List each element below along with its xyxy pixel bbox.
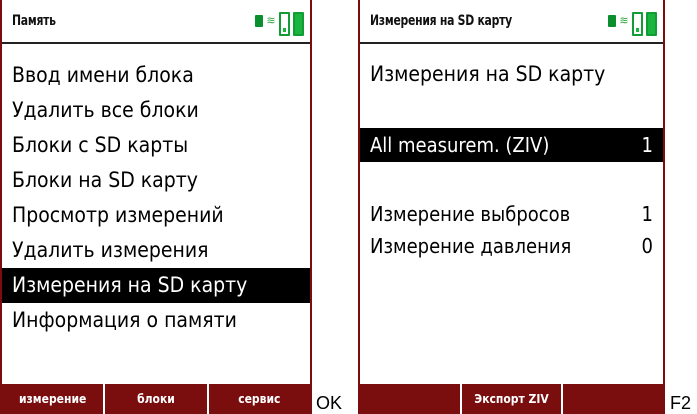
softkey-left[interactable] <box>360 384 460 414</box>
menu-item-view-measurements[interactable]: Просмотр измерений <box>2 198 310 233</box>
menu-item-blocks-to-sd[interactable]: Блоки на SD карту <box>2 163 310 198</box>
status-icons: ≋ <box>608 6 657 36</box>
memory-screen: Память ≋ Ввод имени блока Удалить все бл… <box>0 0 312 414</box>
menu-item-memory-info[interactable]: Информация о памяти <box>2 303 310 338</box>
row-all-measurements[interactable]: All measurem. (ZIV) 1 <box>360 128 663 162</box>
row-label: Измерение выбросов <box>370 202 571 226</box>
softkey-service[interactable]: сервис <box>208 384 310 414</box>
row-count: 1 <box>641 133 653 157</box>
ok-key-label: OK <box>316 393 343 413</box>
softkey-bar: измерение блоки сервис <box>2 384 310 414</box>
battery-low-icon <box>632 12 643 36</box>
row-pressure-measurement[interactable]: Измерение давления 0 <box>360 229 663 263</box>
softkey-blocks[interactable]: блоки <box>105 384 207 414</box>
screen-title: Память <box>12 13 56 29</box>
softkey-export-ziv[interactable]: Экспорт ZIV <box>461 384 562 414</box>
sd-card-icon <box>608 15 616 27</box>
sd-card-icon <box>255 15 263 27</box>
f2-key-label: F2 <box>670 393 692 413</box>
softkey-measurement[interactable]: измерение <box>2 384 104 414</box>
softkey-bar: Экспорт ZIV <box>360 384 664 414</box>
row-count: 0 <box>641 234 653 258</box>
menu-item-delete-measurements[interactable]: Удалить измерения <box>2 233 310 268</box>
battery-full-icon <box>293 12 304 36</box>
screen-title: Измерения на SD карту <box>370 13 512 29</box>
menu-item-blocks-from-sd[interactable]: Блоки с SD карты <box>2 128 310 163</box>
page-heading: Измерения на SD карту <box>370 62 606 86</box>
title-bar: Измерения на SD карту ≋ <box>360 0 663 44</box>
status-icons: ≋ <box>255 6 304 36</box>
row-count: 1 <box>641 202 653 226</box>
row-label: Измерение давления <box>370 234 572 258</box>
wifi-icon: ≋ <box>266 14 276 27</box>
export-screen: Измерения на SD карту ≋ Измерения на SD … <box>358 0 665 414</box>
battery-full-icon <box>646 12 657 36</box>
wifi-icon: ≋ <box>619 14 629 27</box>
menu-item-delete-all-blocks[interactable]: Удалить все блоки <box>2 93 310 128</box>
battery-low-icon <box>279 12 290 36</box>
softkey-right[interactable] <box>563 384 664 414</box>
row-label: All measurem. (ZIV) <box>370 133 550 157</box>
row-emission-measurement[interactable]: Измерение выбросов 1 <box>360 197 663 231</box>
menu-item-enter-block-name[interactable]: Ввод имени блока <box>2 58 310 93</box>
title-bar: Память ≋ <box>2 0 310 44</box>
menu-item-measurements-to-sd[interactable]: Измерения на SD карту <box>2 268 310 303</box>
memory-menu: Ввод имени блока Удалить все блоки Блоки… <box>2 58 310 338</box>
